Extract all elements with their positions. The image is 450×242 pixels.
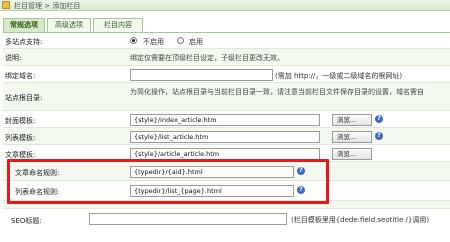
- row-site-root: 站点根目录: 为简化操作，站点根目录与当前栏目目录一致，请注意当前栏目文件保存目…: [3, 83, 450, 111]
- row-note: 说明: 绑定仅需要在顶级栏目设定，子级栏目更改无效。: [3, 49, 450, 66]
- row-domain: 绑定域名: (需加 http://，一级或二级域名的根网址): [3, 66, 450, 83]
- site-root-label: 站点根目录:: [5, 94, 43, 102]
- multisite-off-radio[interactable]: [130, 37, 137, 44]
- multisite-on-radio[interactable]: [177, 37, 184, 44]
- multisite-label: 多站点支持:: [5, 38, 43, 46]
- seo-title-hint: (栏目模板里用{dede:field.seotitle /}调用): [291, 216, 430, 224]
- help-icon[interactable]: ?: [375, 132, 383, 140]
- article-template-browse-button[interactable]: 浏览...: [332, 148, 372, 160]
- multisite-on-label: 启用: [189, 38, 203, 46]
- index-template-browse-button[interactable]: 浏览...: [332, 114, 372, 126]
- site-root-text: 为简化操作，站点根目录与当前栏目目录一致，请注意当前栏目文件保存目录的设置，域名…: [130, 88, 424, 96]
- seo-title-input[interactable]: [89, 213, 287, 225]
- breadcrumb-bar: 栏目管理 > 添加栏目: [0, 0, 450, 11]
- list-template-input[interactable]: {style}/list_article.htm: [130, 131, 320, 143]
- list-template-browse-button[interactable]: 浏览...: [332, 131, 372, 143]
- domain-label: 绑定域名:: [5, 72, 36, 80]
- tab-general[interactable]: 常规选项: [3, 18, 45, 32]
- row-list-template: 列表模板: {style}/list_article.htm 浏览... ?: [3, 128, 450, 145]
- multisite-off-label: 不启用: [143, 38, 164, 46]
- help-icon[interactable]: ?: [375, 115, 383, 123]
- index-template-input[interactable]: {style}/index_article.htm: [130, 114, 320, 126]
- list-template-label: 列表模板:: [5, 134, 36, 142]
- tab-content[interactable]: 栏目内容: [93, 18, 143, 32]
- note-text: 绑定仅需要在顶级栏目设定，子级栏目更改无效。: [130, 54, 284, 62]
- highlight-box: [7, 159, 329, 204]
- seo-title-label: SEO标题:: [11, 217, 42, 225]
- row-index-template: 封面模板: {style}/index_article.htm 浏览... ?: [3, 111, 450, 128]
- note-label: 说明:: [5, 54, 22, 62]
- category-form: 多站点支持: 不启用 启用 说明: 绑定仅需要在顶级栏目设定，子级栏目更改无效。…: [3, 32, 450, 225]
- breadcrumb: 栏目管理 > 添加栏目: [14, 2, 81, 10]
- domain-hint: (需加 http://，一级或二级域名的根网址): [275, 72, 403, 80]
- row-seo-title: SEO标题: (栏目模板里用{dede:field.seotitle /}调用): [3, 209, 450, 233]
- domain-input[interactable]: [130, 69, 273, 81]
- tab-advanced[interactable]: 高级选项: [47, 18, 91, 32]
- row-multisite: 多站点支持: 不启用 启用: [3, 33, 450, 49]
- index-template-label: 封面模板:: [5, 117, 36, 125]
- folder-icon: [2, 1, 10, 9]
